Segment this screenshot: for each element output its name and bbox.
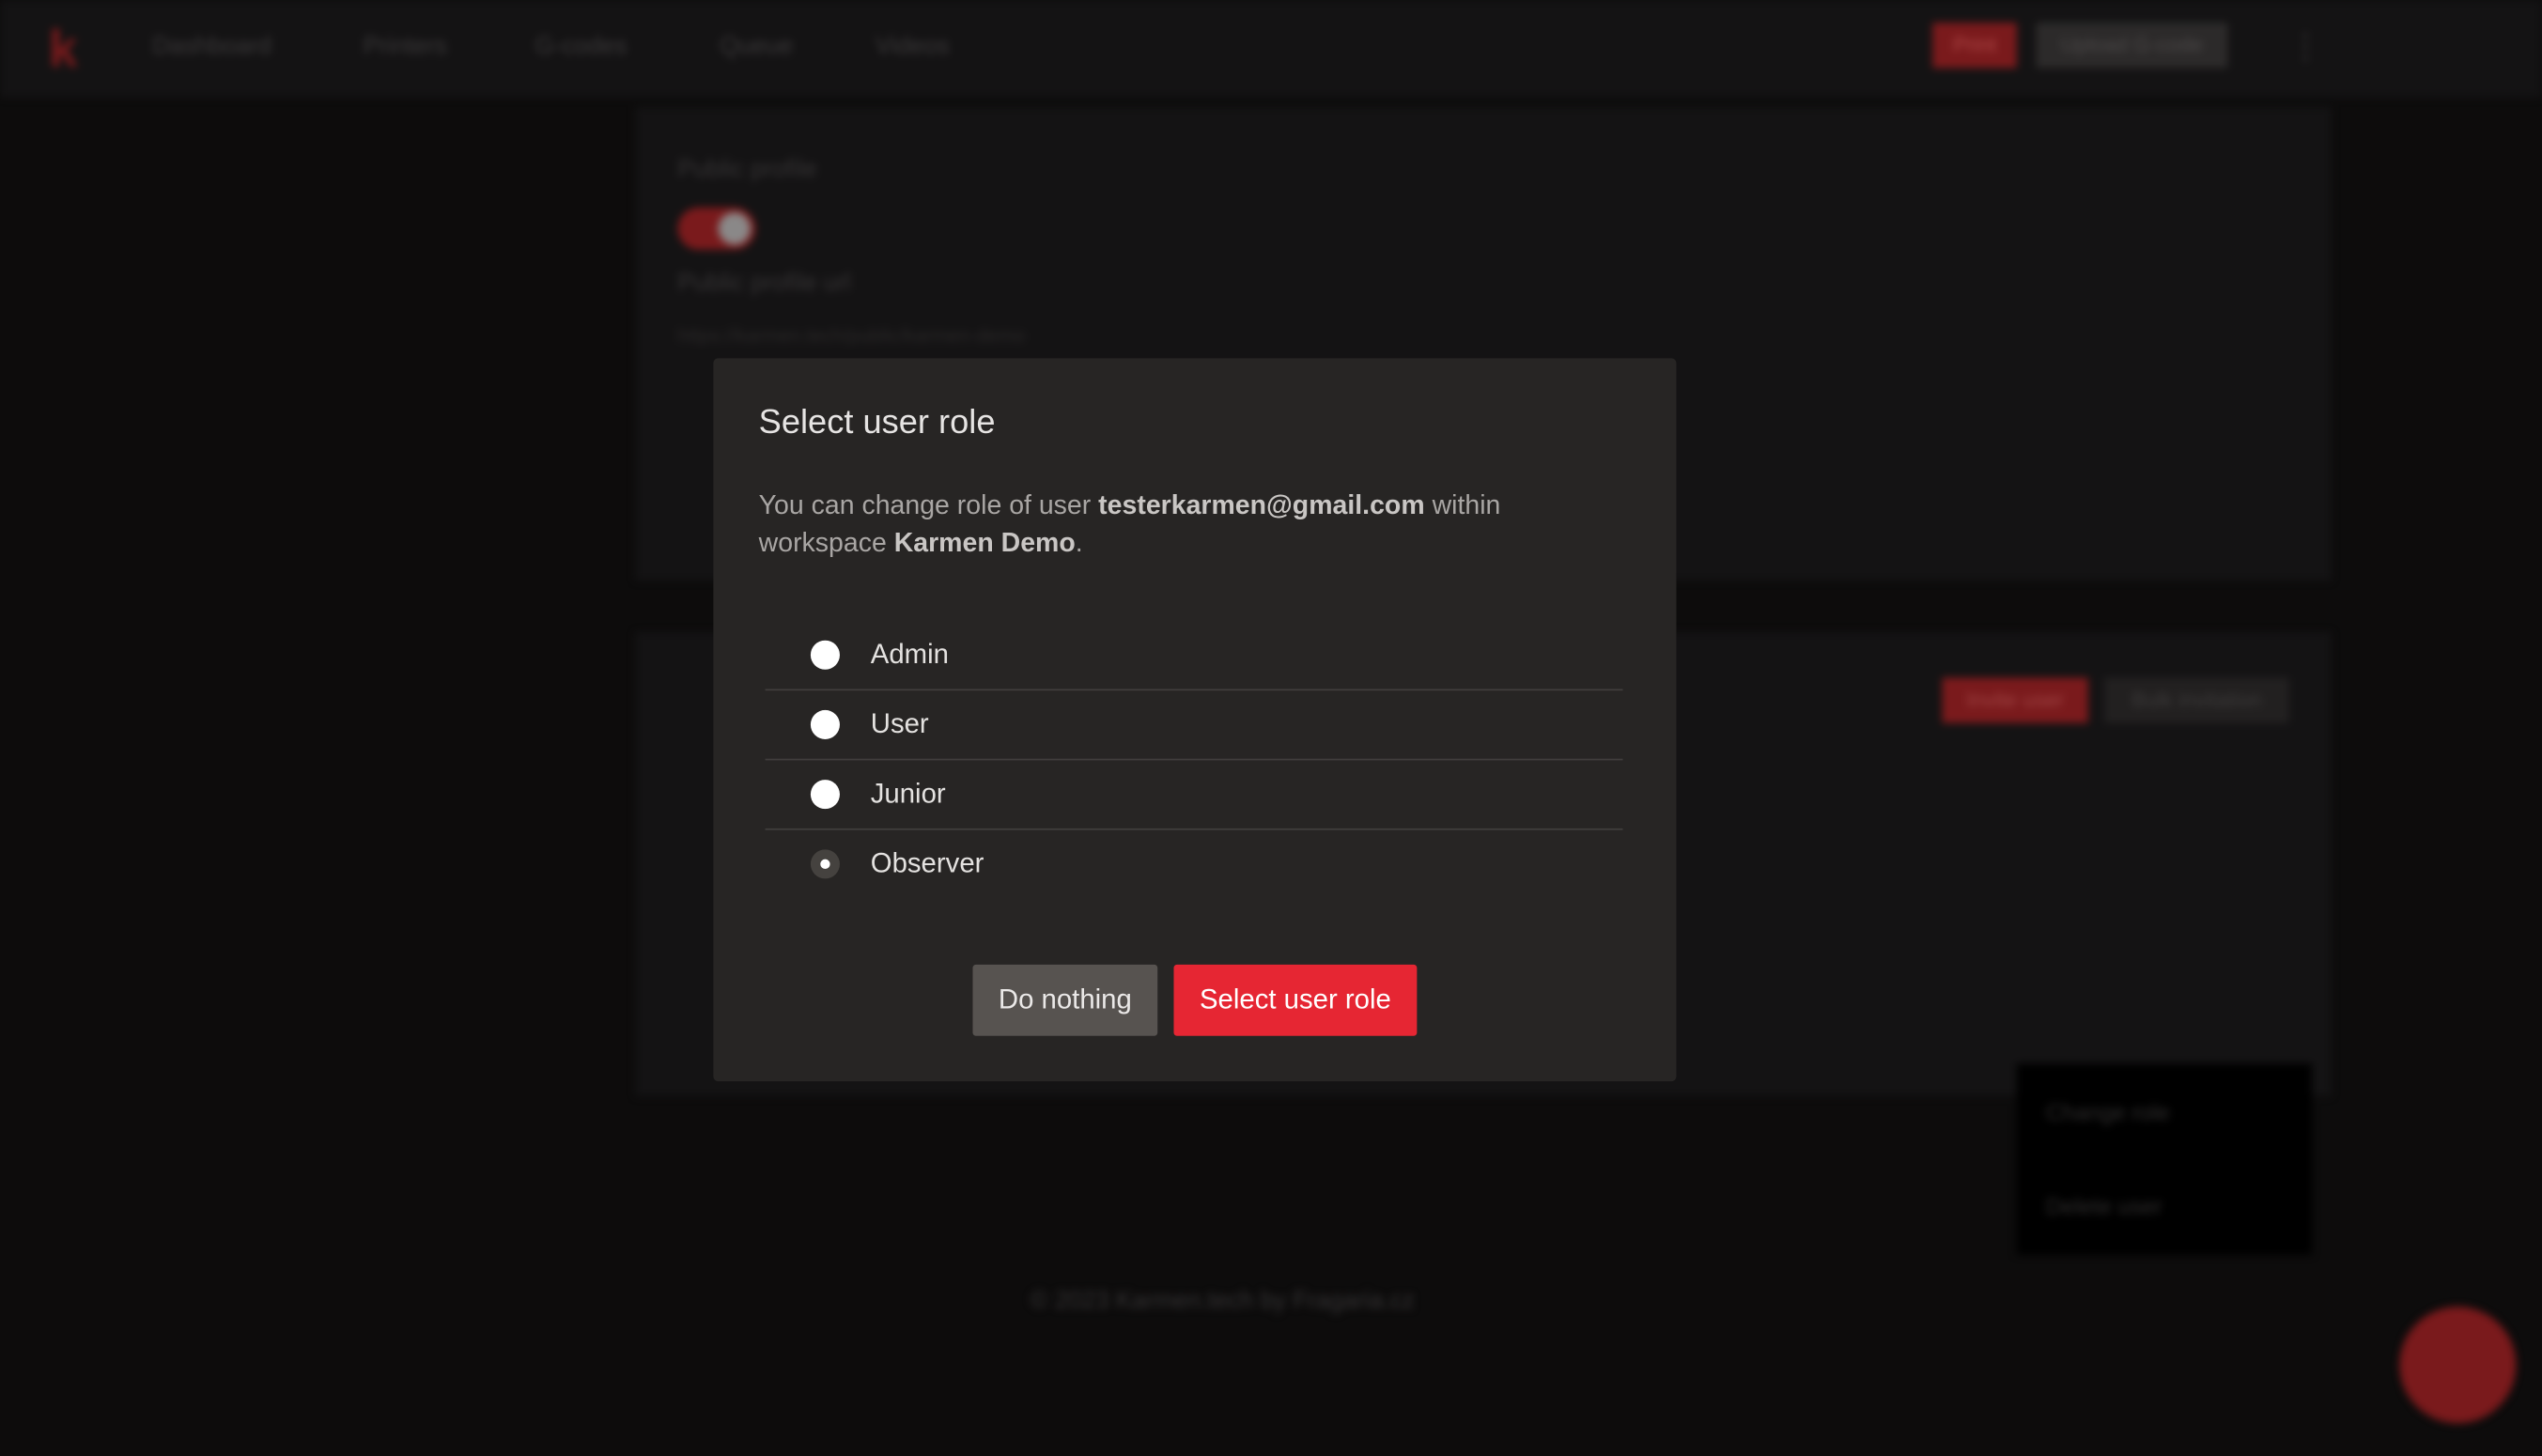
radio-button-selected[interactable] <box>810 849 840 879</box>
radio-button[interactable] <box>810 640 840 670</box>
more-menu-icon[interactable]: ⋮ <box>2289 26 2322 67</box>
footer-copyright: © 2023 Karmen.tech by Fragaria.cz <box>1030 1287 1415 1315</box>
user-email: testerkarmen@gmail.com <box>1098 490 1425 520</box>
role-option-admin[interactable]: Admin <box>765 621 1623 691</box>
role-option-observer[interactable]: Observer <box>766 830 1623 898</box>
nav-printers[interactable]: Printers <box>364 33 447 60</box>
role-list: Admin User Junior Observer <box>765 621 1623 898</box>
nav-gcodes[interactable]: G-codes <box>535 33 628 60</box>
radio-button[interactable] <box>810 780 840 810</box>
public-profile-label: Public profile <box>677 155 817 184</box>
modal-description: You can change role of user testerkarmen… <box>759 488 1602 562</box>
do-nothing-button[interactable]: Do nothing <box>972 964 1158 1036</box>
role-label: User <box>870 708 929 739</box>
role-label: Junior <box>870 778 946 810</box>
invite-user-button[interactable]: Invite user <box>1942 677 2088 723</box>
select-user-role-button[interactable]: Select user role <box>1173 964 1418 1036</box>
upload-gcode-button[interactable]: Upload G-code <box>2036 23 2228 69</box>
menu-delete-user[interactable]: Delete user <box>2046 1193 2162 1219</box>
select-role-modal: Select user role You can change role of … <box>713 358 1677 1082</box>
menu-change-role[interactable]: Change role <box>2046 1099 2170 1125</box>
bulk-invitation-button[interactable]: Bulk invitation <box>2104 677 2289 723</box>
chat-icon[interactable] <box>2399 1306 2517 1424</box>
page: k Dashboard Printers G-codes Queue Video… <box>0 0 2542 1456</box>
desc-text: You can change role of user <box>758 490 1099 520</box>
desc-text: . <box>1075 528 1083 558</box>
public-profile-toggle[interactable] <box>677 207 756 250</box>
role-label: Admin <box>870 638 949 670</box>
public-profile-url[interactable]: https://karmen.tech/public/karmen-demo <box>677 324 1025 347</box>
nav-queue[interactable]: Queue <box>720 33 793 60</box>
radio-button[interactable] <box>810 709 840 739</box>
top-navbar: k Dashboard Printers G-codes Queue Video… <box>0 0 2542 98</box>
public-profile-url-label: Public profile url <box>677 269 851 297</box>
user-context-menu: Change role Delete user <box>2016 1063 2312 1255</box>
modal-title: Select user role <box>758 403 996 441</box>
nav-videos[interactable]: Videos <box>876 33 950 60</box>
role-option-junior[interactable]: Junior <box>765 760 1623 830</box>
print-button[interactable]: Print <box>1932 23 2017 69</box>
workspace-name: Karmen Demo <box>893 528 1076 558</box>
role-label: Observer <box>870 847 984 879</box>
nav-dashboard[interactable]: Dashboard <box>152 33 271 60</box>
role-option-user[interactable]: User <box>765 690 1623 761</box>
karmen-logo[interactable]: k <box>49 20 78 80</box>
